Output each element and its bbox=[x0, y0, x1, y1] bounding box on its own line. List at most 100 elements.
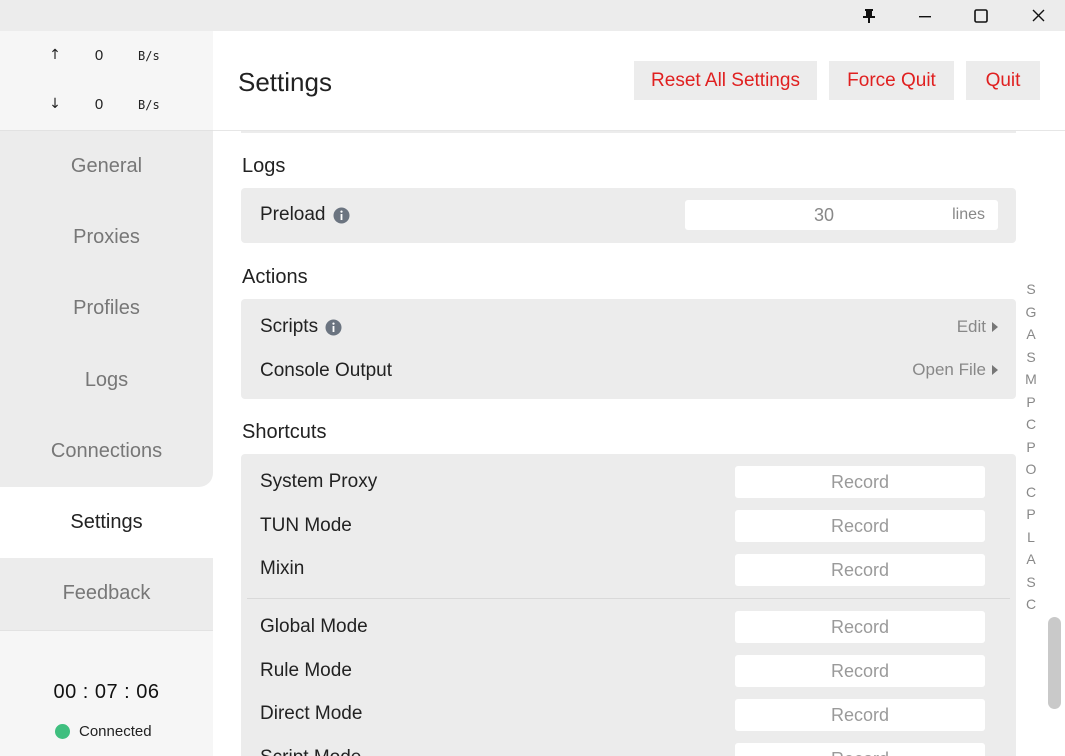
nav-label: Feedback bbox=[62, 582, 151, 604]
scrollbar-thumb[interactable] bbox=[1048, 617, 1061, 709]
download-arrow-icon: ↓ bbox=[49, 96, 61, 112]
index-letter[interactable]: P bbox=[1022, 436, 1040, 459]
index-letter[interactable]: A bbox=[1022, 548, 1040, 571]
nav-menu: General Proxies Profiles Logs Connection… bbox=[0, 131, 213, 631]
upload-speed: ↑ 0 B/s bbox=[0, 47, 213, 67]
traffic-speed: ↑ 0 B/s ↓ 0 B/s bbox=[0, 31, 213, 131]
nav-item-logs[interactable]: Logs bbox=[0, 345, 213, 416]
shortcut-row: TUN Mode bbox=[260, 515, 352, 536]
minimize-icon bbox=[919, 15, 931, 17]
page-header: Settings Reset All Settings Force Quit Q… bbox=[213, 31, 1065, 131]
upload-unit: B/s bbox=[138, 49, 160, 63]
previous-card-edge bbox=[241, 131, 1016, 133]
shortcut-row: Script Mode bbox=[260, 747, 361, 756]
nav-item-profiles[interactable]: Profiles bbox=[0, 273, 213, 344]
connection-status: 00 : 07 : 06 Connected bbox=[0, 630, 213, 756]
shortcut-row: Global Mode bbox=[260, 616, 368, 637]
record-direct-mode-button[interactable]: Record bbox=[735, 699, 985, 731]
index-letter[interactable]: O bbox=[1022, 458, 1040, 481]
logs-section-title: Logs bbox=[242, 155, 286, 177]
actions-card: Scripts Edit Console Output Open File bbox=[241, 299, 1016, 399]
console-output-label: Console Output bbox=[260, 360, 393, 381]
index-letter[interactable]: L bbox=[1022, 526, 1040, 549]
shortcut-divider bbox=[247, 598, 1010, 599]
close-button[interactable] bbox=[1015, 0, 1061, 31]
nav-label: Settings bbox=[70, 511, 143, 533]
preload-input[interactable]: 30 lines bbox=[685, 200, 998, 230]
sidebar: ↑ 0 B/s ↓ 0 B/s General Proxies Profiles… bbox=[0, 31, 213, 756]
info-icon[interactable] bbox=[325, 319, 342, 336]
shortcut-row: Direct Mode bbox=[260, 703, 363, 724]
record-tun-mode-button[interactable]: Record bbox=[735, 510, 985, 542]
scripts-label: Scripts bbox=[260, 316, 319, 337]
download-speed: ↓ 0 B/s bbox=[0, 96, 213, 116]
index-letter[interactable]: S bbox=[1022, 346, 1040, 369]
caret-right-icon bbox=[992, 365, 998, 375]
shortcuts-section-title: Shortcuts bbox=[242, 421, 327, 443]
nav-item-settings[interactable]: Settings bbox=[0, 487, 213, 558]
index-letter[interactable]: C bbox=[1022, 481, 1040, 504]
index-letter[interactable]: C bbox=[1022, 593, 1040, 616]
shortcut-row: Rule Mode bbox=[260, 660, 352, 681]
open-file-label: Open File bbox=[912, 360, 986, 379]
nav-label: Proxies bbox=[73, 226, 140, 248]
record-rule-mode-button[interactable]: Record bbox=[735, 655, 985, 687]
record-system-proxy-button[interactable]: Record bbox=[735, 466, 985, 498]
index-letter[interactable]: P bbox=[1022, 391, 1040, 414]
index-letter[interactable]: P bbox=[1022, 503, 1040, 526]
quit-button[interactable]: Quit bbox=[966, 61, 1040, 100]
upload-arrow-icon: ↑ bbox=[49, 47, 61, 63]
nav-label: Logs bbox=[84, 369, 129, 391]
preload-unit: lines bbox=[952, 206, 985, 223]
index-letter[interactable]: S bbox=[1022, 278, 1040, 301]
minimize-button[interactable] bbox=[902, 0, 948, 31]
caret-right-icon bbox=[992, 322, 998, 332]
download-value: 0 bbox=[94, 96, 104, 113]
preload-label: Preload bbox=[260, 204, 326, 225]
logs-card: Preload 30 lines bbox=[241, 188, 1016, 243]
pin-button[interactable] bbox=[846, 0, 892, 31]
nav-item-connections[interactable]: Connections bbox=[0, 416, 213, 487]
maximize-icon bbox=[974, 8, 988, 23]
force-quit-button[interactable]: Force Quit bbox=[829, 61, 954, 100]
nav-item-general[interactable]: General bbox=[0, 131, 213, 202]
settings-content: Logs Preload 30 lines Actions Scripts Ed… bbox=[213, 131, 1065, 756]
edit-label: Edit bbox=[956, 317, 986, 336]
connection-indicator: Connected bbox=[55, 723, 152, 740]
index-letter[interactable]: G bbox=[1022, 301, 1040, 324]
connection-label: Connected bbox=[79, 723, 152, 740]
section-index-bar: S G A S M P C P O C P L A S C bbox=[1022, 278, 1040, 616]
nav-label: General bbox=[70, 155, 143, 177]
console-output-row: Console Output bbox=[260, 360, 392, 382]
status-dot-icon bbox=[55, 724, 70, 739]
download-unit: B/s bbox=[138, 98, 160, 112]
close-icon bbox=[1032, 9, 1044, 22]
uptime-timer: 00 : 07 : 06 bbox=[53, 681, 160, 703]
nav-item-feedback[interactable]: Feedback bbox=[0, 558, 213, 629]
preload-value: 30 bbox=[813, 205, 835, 225]
scripts-row: Scripts bbox=[260, 316, 342, 338]
upload-value: 0 bbox=[94, 47, 104, 64]
index-letter[interactable]: M bbox=[1022, 368, 1040, 391]
title-bar bbox=[0, 0, 1065, 31]
record-script-mode-button[interactable]: Record bbox=[735, 743, 985, 756]
shortcut-row: System Proxy bbox=[260, 471, 378, 492]
index-letter[interactable]: S bbox=[1022, 571, 1040, 594]
open-file-link[interactable]: Open File bbox=[912, 360, 998, 380]
record-mixin-button[interactable]: Record bbox=[735, 554, 985, 586]
edit-scripts-link[interactable]: Edit bbox=[957, 317, 998, 337]
main-panel: Settings Reset All Settings Force Quit Q… bbox=[213, 31, 1065, 756]
reset-all-settings-button[interactable]: Reset All Settings bbox=[634, 61, 817, 100]
preload-row: Preload bbox=[260, 204, 350, 226]
page-title: Settings bbox=[238, 67, 332, 97]
info-icon[interactable] bbox=[333, 207, 350, 224]
nav-label: Profiles bbox=[73, 297, 140, 319]
pin-icon bbox=[863, 8, 875, 23]
maximize-button[interactable] bbox=[958, 0, 1004, 31]
index-letter[interactable]: C bbox=[1022, 413, 1040, 436]
index-letter[interactable]: A bbox=[1022, 323, 1040, 346]
record-global-mode-button[interactable]: Record bbox=[735, 611, 985, 643]
nav-item-proxies[interactable]: Proxies bbox=[0, 202, 213, 273]
shortcut-row: Mixin bbox=[260, 558, 305, 579]
shortcuts-card: System Proxy Record TUN Mode Record Mixi… bbox=[241, 454, 1016, 756]
